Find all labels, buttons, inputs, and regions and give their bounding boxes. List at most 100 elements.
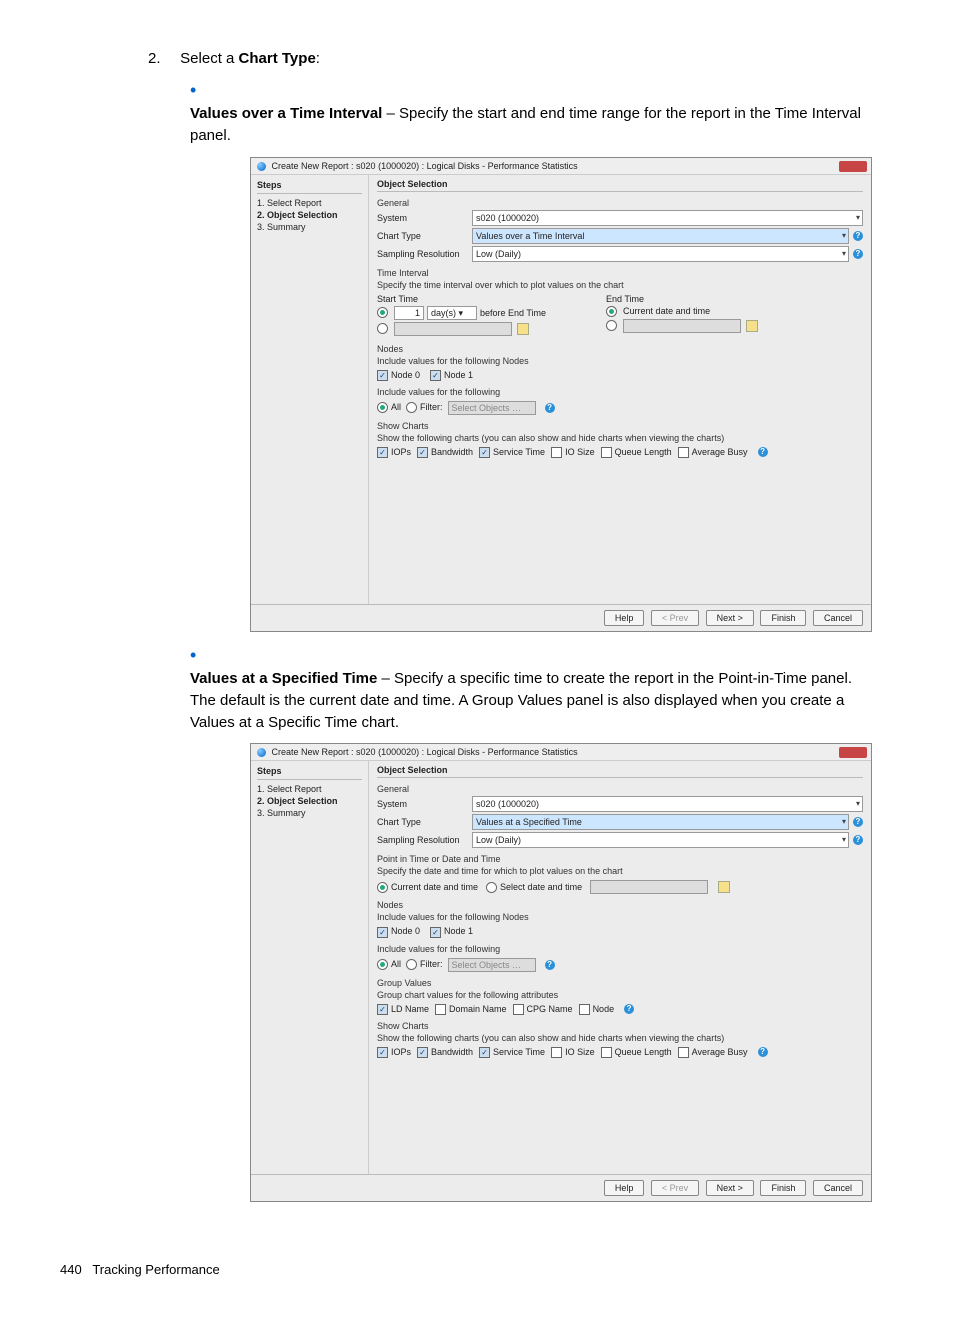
titlebar[interactable]: Create New Report : s020 (1000020) : Log… bbox=[251, 744, 871, 761]
chevron-down-icon: ▾ bbox=[842, 834, 846, 846]
filter-objects-input[interactable]: Select Objects … bbox=[448, 401, 536, 415]
group-values-note: Group chart values for the following att… bbox=[377, 990, 863, 1000]
chart-type-select[interactable]: Values at a Specified Time▾ bbox=[472, 814, 849, 830]
info-icon[interactable]: ? bbox=[545, 960, 555, 970]
avg-busy-checkbox[interactable] bbox=[678, 1047, 689, 1058]
start-unit-select[interactable]: day(s) ▾ bbox=[427, 306, 477, 320]
filter-filter-radio[interactable] bbox=[406, 402, 417, 413]
nodes-header: Nodes bbox=[377, 344, 863, 354]
end-date-input[interactable] bbox=[623, 319, 741, 333]
calendar-icon[interactable] bbox=[517, 323, 529, 335]
end-current-radio[interactable] bbox=[606, 306, 617, 317]
step-item-1[interactable]: 1. Select Report bbox=[257, 197, 362, 209]
end-absolute-radio[interactable] bbox=[606, 320, 617, 331]
node1-checkbox[interactable] bbox=[430, 370, 441, 381]
nodes-note: Include values for the following Nodes bbox=[377, 912, 863, 922]
filter-objects-input[interactable]: Select Objects … bbox=[448, 958, 536, 972]
info-icon[interactable]: ? bbox=[853, 249, 863, 259]
dialog-title: Create New Report : s020 (1000020) : Log… bbox=[272, 161, 578, 171]
bullet2-title: Values at a Specified Time bbox=[190, 670, 377, 687]
show-charts-header: Show Charts bbox=[377, 421, 863, 431]
next-button[interactable]: Next > bbox=[706, 1180, 754, 1196]
dialog-title: Create New Report : s020 (1000020) : Log… bbox=[272, 747, 578, 757]
prev-button[interactable]: < Prev bbox=[651, 1180, 699, 1196]
start-relative-radio[interactable] bbox=[377, 307, 388, 318]
ldname-checkbox[interactable] bbox=[377, 1004, 388, 1015]
step-item-3[interactable]: 3. Summary bbox=[257, 221, 362, 233]
service-time-checkbox[interactable] bbox=[479, 447, 490, 458]
queue-length-checkbox[interactable] bbox=[601, 1047, 612, 1058]
avg-busy-checkbox[interactable] bbox=[678, 447, 689, 458]
info-icon[interactable]: ? bbox=[853, 817, 863, 827]
cancel-button[interactable]: Cancel bbox=[813, 610, 863, 626]
step-item-3[interactable]: 3. Summary bbox=[257, 807, 362, 819]
pit-current-radio[interactable] bbox=[377, 882, 388, 893]
io-size-checkbox[interactable] bbox=[551, 447, 562, 458]
before-end-label: before End Time bbox=[480, 308, 546, 318]
button-bar: Help < Prev Next > Finish Cancel bbox=[251, 1174, 871, 1201]
pit-header: Point in Time or Date and Time bbox=[377, 854, 863, 864]
start-time-label: Start Time bbox=[377, 294, 546, 304]
node-checkbox[interactable] bbox=[579, 1004, 590, 1015]
sampling-select[interactable]: Low (Daily)▾ bbox=[472, 832, 849, 848]
domainname-checkbox[interactable] bbox=[435, 1004, 446, 1015]
node0-checkbox[interactable] bbox=[377, 927, 388, 938]
cancel-button[interactable]: Cancel bbox=[813, 1180, 863, 1196]
start-absolute-radio[interactable] bbox=[377, 323, 388, 334]
start-value-input[interactable]: 1 bbox=[394, 306, 424, 320]
dialog-specified-time: Create New Report : s020 (1000020) : Log… bbox=[250, 743, 872, 1202]
calendar-icon[interactable] bbox=[746, 320, 758, 332]
calendar-icon[interactable] bbox=[718, 881, 730, 893]
bandwidth-checkbox[interactable] bbox=[417, 447, 428, 458]
node1-checkbox[interactable] bbox=[430, 927, 441, 938]
io-size-checkbox[interactable] bbox=[551, 1047, 562, 1058]
next-button[interactable]: Next > bbox=[706, 610, 754, 626]
info-icon[interactable]: ? bbox=[758, 1047, 768, 1057]
pit-select-radio[interactable] bbox=[486, 882, 497, 893]
filter-all-radio[interactable] bbox=[377, 402, 388, 413]
prev-button[interactable]: < Prev bbox=[651, 610, 699, 626]
start-date-input[interactable] bbox=[394, 322, 512, 336]
time-interval-note: Specify the time interval over which to … bbox=[377, 280, 863, 290]
system-select[interactable]: s020 (1000020)▾ bbox=[472, 210, 863, 226]
node0-checkbox[interactable] bbox=[377, 370, 388, 381]
close-icon[interactable] bbox=[839, 161, 867, 172]
steps-sidebar: Steps 1. Select Report 2. Object Selecti… bbox=[251, 761, 369, 1173]
steps-header: Steps bbox=[257, 179, 362, 194]
sampling-label: Sampling Resolution bbox=[377, 249, 472, 259]
filter-all-radio[interactable] bbox=[377, 959, 388, 970]
page-footer: 440 Tracking Performance bbox=[60, 1262, 894, 1277]
chevron-down-icon: ▾ bbox=[842, 248, 846, 260]
step-item-1[interactable]: 1. Select Report bbox=[257, 783, 362, 795]
chart-type-select[interactable]: Values over a Time Interval▾ bbox=[472, 228, 849, 244]
step-text-b: Chart Type bbox=[239, 50, 316, 67]
nodes-note: Include values for the following Nodes bbox=[377, 356, 863, 366]
queue-length-checkbox[interactable] bbox=[601, 447, 612, 458]
info-icon[interactable]: ? bbox=[758, 447, 768, 457]
info-icon[interactable]: ? bbox=[545, 403, 555, 413]
bullet-icon: • bbox=[190, 77, 218, 103]
finish-button[interactable]: Finish bbox=[760, 1180, 806, 1196]
filter-filter-radio[interactable] bbox=[406, 959, 417, 970]
info-icon[interactable]: ? bbox=[624, 1004, 634, 1014]
cpgname-checkbox[interactable] bbox=[513, 1004, 524, 1015]
help-button[interactable]: Help bbox=[604, 610, 645, 626]
info-icon[interactable]: ? bbox=[853, 231, 863, 241]
iops-checkbox[interactable] bbox=[377, 1047, 388, 1058]
titlebar[interactable]: Create New Report : s020 (1000020) : Log… bbox=[251, 158, 871, 175]
general-header: General bbox=[377, 198, 863, 208]
finish-button[interactable]: Finish bbox=[760, 610, 806, 626]
close-icon[interactable] bbox=[839, 747, 867, 758]
iops-checkbox[interactable] bbox=[377, 447, 388, 458]
bullet-specified-time: • Values at a Specified Time – Specify a… bbox=[190, 642, 894, 733]
help-button[interactable]: Help bbox=[604, 1180, 645, 1196]
pit-date-input[interactable] bbox=[590, 880, 708, 894]
info-icon[interactable]: ? bbox=[853, 835, 863, 845]
app-icon bbox=[257, 162, 266, 171]
service-time-checkbox[interactable] bbox=[479, 1047, 490, 1058]
system-select[interactable]: s020 (1000020)▾ bbox=[472, 796, 863, 812]
sampling-select[interactable]: Low (Daily)▾ bbox=[472, 246, 849, 262]
bandwidth-checkbox[interactable] bbox=[417, 1047, 428, 1058]
step-item-2[interactable]: 2. Object Selection bbox=[257, 795, 362, 807]
step-item-2[interactable]: 2. Object Selection bbox=[257, 209, 362, 221]
